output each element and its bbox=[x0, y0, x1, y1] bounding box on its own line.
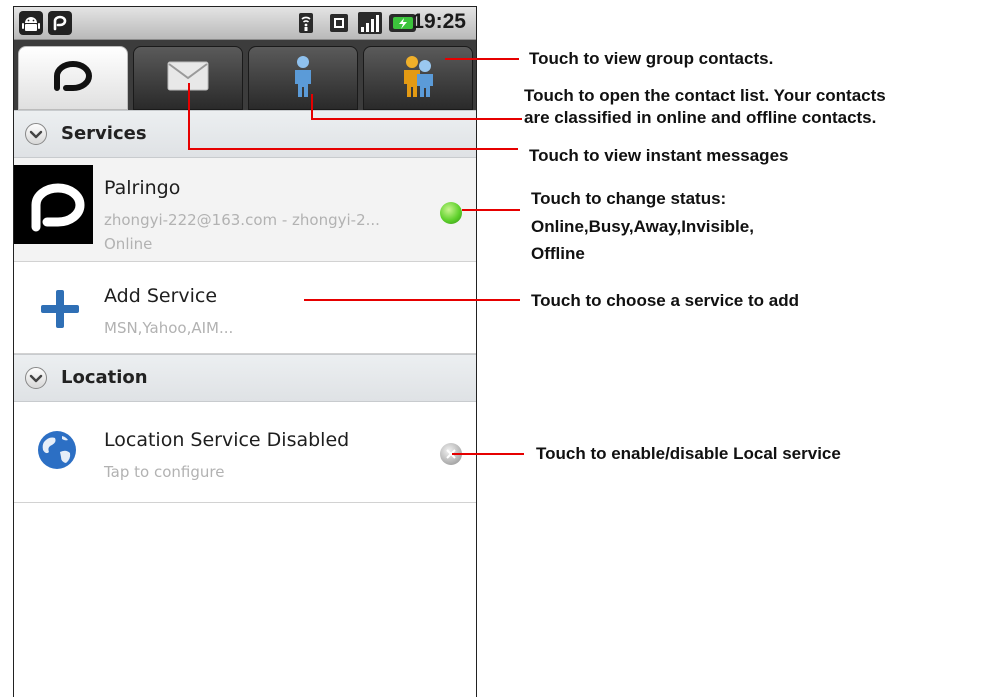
palringo-account-email: zhongyi-222@163.com - zhongyi-2... bbox=[104, 211, 380, 229]
annotated-screenshot: 19:25 Services Palringo zhongyi-222@163.… bbox=[0, 0, 1006, 697]
location-service-title: Location Service Disabled bbox=[104, 429, 350, 451]
add-service-subtitle: MSN,Yahoo,AIM... bbox=[104, 319, 234, 337]
location-section-header[interactable]: Location bbox=[14, 354, 476, 402]
android-icon bbox=[19, 11, 43, 35]
change-status-note-line2: Online,Busy,Away,Invisible, bbox=[531, 217, 754, 236]
wifi-icon bbox=[294, 11, 318, 35]
change-status-note-line3: Offline bbox=[531, 244, 585, 263]
group-contacts-note: Touch to view group contacts. bbox=[529, 49, 774, 68]
change-status-note-line1: Touch to change status: bbox=[531, 189, 727, 208]
status-bar: 19:25 bbox=[14, 7, 476, 40]
online-status-indicator[interactable] bbox=[440, 202, 462, 224]
tab-palringo[interactable] bbox=[18, 46, 128, 110]
palringo-account-row[interactable]: Palringo zhongyi-222@163.com - zhongyi-2… bbox=[14, 158, 476, 262]
messages-callout-line bbox=[188, 148, 518, 150]
group-contacts-callout-line bbox=[445, 58, 519, 60]
status-callout-line bbox=[462, 209, 520, 211]
palringo-account-logo bbox=[14, 165, 93, 244]
location-service-subtitle: Tap to configure bbox=[104, 463, 225, 481]
add-service-note: Touch to choose a service to add bbox=[531, 291, 799, 310]
chevron-down-icon bbox=[25, 367, 47, 389]
group-icon bbox=[396, 54, 440, 102]
plus-icon bbox=[39, 288, 81, 334]
add-service-callout-line bbox=[304, 299, 520, 301]
contact-list-callout-line bbox=[311, 118, 522, 120]
services-section-title: Services bbox=[61, 123, 147, 144]
location-service-row[interactable]: Location Service Disabled Tap to configu… bbox=[14, 402, 476, 503]
sim-card-icon bbox=[327, 11, 351, 35]
tab-group-contacts[interactable] bbox=[363, 46, 473, 110]
add-service-title: Add Service bbox=[104, 285, 218, 307]
contact-list-callout-vline bbox=[311, 94, 313, 120]
add-service-row[interactable]: Add Service MSN,Yahoo,AIM... bbox=[14, 262, 476, 354]
contact-list-note-line1: Touch to open the contact list. Your con… bbox=[524, 86, 886, 105]
local-service-callout-line bbox=[452, 453, 524, 455]
signal-strength-icon bbox=[357, 11, 382, 35]
tab-bar bbox=[14, 40, 476, 110]
local-service-note: Touch to enable/disable Local service bbox=[536, 444, 841, 463]
instant-messages-note: Touch to view instant messages bbox=[529, 146, 789, 165]
contact-list-note-line2: are classified in online and offline con… bbox=[524, 108, 877, 127]
clock: 19:25 bbox=[412, 10, 466, 33]
palringo-account-status: Online bbox=[104, 235, 153, 253]
tab-contacts[interactable] bbox=[248, 46, 358, 110]
chevron-down-icon bbox=[25, 123, 47, 145]
palringo-account-title: Palringo bbox=[104, 177, 181, 199]
palringo-logo-icon bbox=[48, 56, 98, 100]
phone-screen: 19:25 Services Palringo zhongyi-222@163.… bbox=[13, 6, 477, 697]
messages-callout-vline bbox=[188, 83, 190, 150]
palringo-notification-icon bbox=[48, 11, 72, 35]
globe-icon bbox=[36, 429, 78, 475]
location-section-title: Location bbox=[61, 367, 148, 388]
